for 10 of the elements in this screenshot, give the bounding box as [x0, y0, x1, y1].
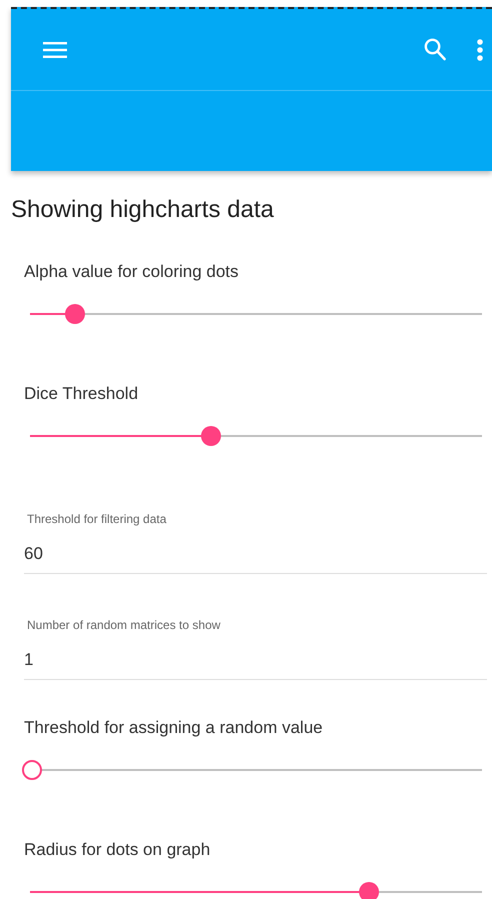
- input-field[interactable]: Number of random matrices to show 1: [24, 617, 487, 680]
- slider-label: Radius for dots on graph: [24, 839, 212, 861]
- search-icon[interactable]: [424, 38, 446, 61]
- input-field[interactable]: Threshold for filtering data 60: [24, 511, 487, 574]
- menu-icon[interactable]: [43, 42, 67, 58]
- slider-label: Alpha value for coloring dots: [24, 261, 240, 283]
- slider-label: Threshold for assigning a random value: [24, 717, 324, 739]
- slider-label: Dice Threshold: [24, 383, 140, 405]
- more-icon[interactable]: [477, 38, 483, 60]
- page-heading: Showing highcharts data: [11, 195, 275, 225]
